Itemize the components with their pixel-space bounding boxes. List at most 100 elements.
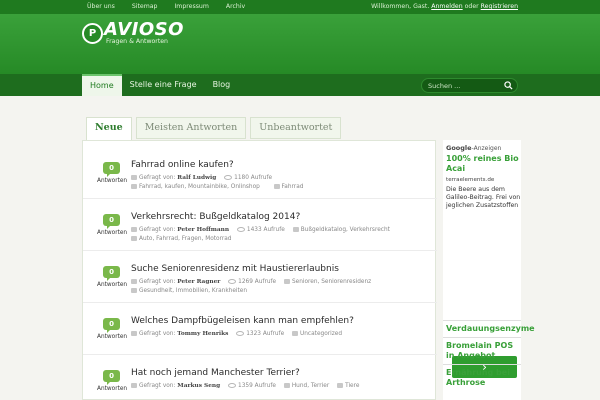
- question-item: 0 Antworten Hat noch jemand Manchester T…: [83, 349, 437, 400]
- answers-label: Antworten: [97, 282, 128, 288]
- top-link-sitemap[interactable]: Sitemap: [132, 3, 158, 11]
- views-count: 1269 Aufrufe: [238, 279, 277, 285]
- folder-icon: [131, 236, 137, 241]
- author-link[interactable]: Ralf Ludwig: [177, 175, 216, 181]
- search-input[interactable]: [428, 81, 506, 91]
- answers-label: Antworten: [97, 334, 128, 340]
- nav-home[interactable]: Home: [82, 74, 122, 96]
- site-logo[interactable]: P AVIOSO Fragen & Antworten: [82, 19, 184, 46]
- category-link[interactable]: Auto, Fahrrad, Fragen, Motorrad: [139, 236, 231, 242]
- main-nav-items: Home Stelle eine Frage Blog: [82, 74, 238, 96]
- user-icon: [131, 383, 137, 388]
- answer-count-badge: 0: [103, 162, 120, 177]
- welcome-text: Willkommen, Gast. Anmelden oder Registri…: [371, 3, 518, 11]
- tab-unbeantwortet[interactable]: Unbeantwortet: [250, 117, 342, 139]
- tag-icon: [292, 227, 299, 232]
- answers-label: Antworten: [97, 230, 128, 236]
- question-tags: Gesundheit, Immobilien, Krankheiten: [131, 288, 247, 294]
- top-bar: Über uns Sitemap Impressum Archiv Willko…: [0, 0, 600, 14]
- question-meta: Gefragt von: Tommy Henriks 1323 Aufrufe …: [131, 331, 342, 337]
- folder-icon: [337, 383, 344, 388]
- ad-link-verdauungsenzyme[interactable]: Verdauungsenzyme: [443, 320, 535, 337]
- asked-by-label: Gefragt von:: [139, 331, 176, 337]
- views-icon: [236, 227, 245, 232]
- ad-title[interactable]: 100% reines Bio Acai: [446, 154, 521, 174]
- top-nav: Über uns Sitemap Impressum Archiv: [87, 3, 245, 11]
- asked-by-label: Gefragt von:: [139, 175, 176, 181]
- user-icon: [131, 279, 137, 284]
- question-title[interactable]: Hat noch jemand Manchester Terrier?: [131, 368, 300, 378]
- answer-count-badge: 0: [103, 266, 120, 281]
- views-count: 1180 Aufrufe: [234, 175, 273, 181]
- search-box: [421, 78, 518, 93]
- question-title[interactable]: Suche Seniorenresidenz mit Haustiererlau…: [131, 264, 339, 274]
- question-meta: Gefragt von: Markus Seng 1359 Aufrufe Hu…: [131, 383, 359, 389]
- question-tabs: Neue Meisten Antworten Unbeantwortet: [86, 117, 342, 141]
- tag-icon: [283, 279, 290, 284]
- question-meta: Gefragt von: Ralf Ludwig 1180 Aufrufe: [131, 175, 272, 181]
- category-link[interactable]: Fahrrad: [282, 184, 304, 190]
- question-meta: Gefragt von: Peter Ragner 1269 Aufrufe S…: [131, 279, 371, 285]
- views-count: 1359 Aufrufe: [238, 383, 276, 389]
- login-link[interactable]: Anmelden: [431, 3, 462, 10]
- top-link-impressum[interactable]: Impressum: [174, 3, 208, 11]
- category-link[interactable]: Uncategorized: [300, 331, 342, 337]
- question-tags: Auto, Fahrrad, Fragen, Motorrad: [131, 236, 231, 242]
- user-icon: [131, 331, 137, 336]
- ad-link-arthrose[interactable]: Ernährung bei Arthrose: [443, 364, 521, 391]
- logo-text: AVIOSO Fragen & Antworten: [104, 19, 184, 46]
- question-title[interactable]: Welches Dampfbügeleisen kann man empfehl…: [131, 316, 354, 326]
- author-link[interactable]: Markus Seng: [177, 383, 220, 389]
- question-item: 0 Antworten Verkehrsrecht: Bußgeldkatalo…: [83, 193, 437, 251]
- answers-label: Antworten: [97, 386, 128, 392]
- views-count: 1323 Aufrufe: [246, 331, 285, 337]
- nav-blog[interactable]: Blog: [205, 74, 239, 96]
- author-link[interactable]: Tommy Henriks: [177, 331, 228, 337]
- nav-ask-question[interactable]: Stelle eine Frage: [122, 74, 205, 96]
- question-list: 0 Antworten Fahrrad online kaufen? Gefra…: [82, 140, 437, 400]
- answer-count-badge: 0: [103, 214, 120, 229]
- tags-list[interactable]: Bußgeldkatalog, Verkehrsrecht: [301, 227, 390, 233]
- google-logo: Google: [446, 144, 472, 152]
- user-icon: [131, 175, 137, 180]
- tab-meisten-antworten[interactable]: Meisten Antworten: [135, 117, 247, 139]
- folder-icon: [292, 331, 299, 336]
- register-link[interactable]: Registrieren: [481, 3, 518, 10]
- question-item: 0 Antworten Suche Seniorenresidenz mit H…: [83, 245, 437, 303]
- ad-label: Google-Anzeigen: [446, 144, 501, 152]
- ad-link-bromelain[interactable]: Bromelain POS in Angebot: [443, 337, 521, 364]
- author-link[interactable]: Peter Ragner: [177, 279, 220, 285]
- asked-by-label: Gefragt von:: [139, 383, 176, 389]
- tab-neue[interactable]: Neue: [86, 117, 132, 141]
- author-link[interactable]: Peter Hoffmann: [177, 227, 229, 233]
- question-tags: Fahrrad, kaufen, Mountainbike, Onlinshop…: [131, 184, 303, 190]
- question-title[interactable]: Verkehrsrecht: Bußgeldkatalog 2014?: [131, 212, 300, 222]
- or-text: oder: [464, 3, 479, 10]
- answer-count-badge: 0: [103, 370, 120, 385]
- logo-badge-icon: P: [82, 23, 103, 44]
- tags-list[interactable]: Fahrrad, kaufen, Mountainbike, Onlinshop: [139, 184, 260, 190]
- tags-list[interactable]: Senioren, Seniorenresidenz: [292, 279, 371, 285]
- asked-by-label: Gefragt von:: [139, 227, 176, 233]
- top-link-ueber-uns[interactable]: Über uns: [87, 3, 115, 11]
- tag-icon: [283, 383, 290, 388]
- ad-text: Die Beere aus dem Galileo-Beitrag. Frei …: [446, 186, 521, 209]
- views-count: 1433 Aufrufe: [246, 227, 285, 233]
- top-link-archiv[interactable]: Archiv: [226, 3, 245, 11]
- category-link[interactable]: Gesundheit, Immobilien, Krankheiten: [139, 288, 247, 294]
- tag-icon: [131, 184, 137, 189]
- search-icon[interactable]: [504, 81, 513, 90]
- ad-links: Verdauungsenzyme Bromelain POS in Angebo…: [443, 320, 535, 391]
- answer-count-badge: 0: [103, 318, 120, 333]
- category-link[interactable]: Tiere: [345, 383, 359, 389]
- question-item: 0 Antworten Fahrrad online kaufen? Gefra…: [83, 141, 437, 199]
- question-meta: Gefragt von: Peter Hoffmann 1433 Aufrufe…: [131, 227, 390, 233]
- question-title[interactable]: Fahrrad online kaufen?: [131, 160, 234, 170]
- views-icon: [228, 383, 237, 388]
- views-icon: [228, 279, 237, 284]
- tags-list[interactable]: Hund, Terrier: [292, 383, 329, 389]
- user-icon: [131, 227, 137, 232]
- ad-domain[interactable]: terraelements.de: [446, 177, 494, 183]
- logo-name: AVIOSO: [104, 19, 184, 40]
- folder-icon: [131, 288, 137, 293]
